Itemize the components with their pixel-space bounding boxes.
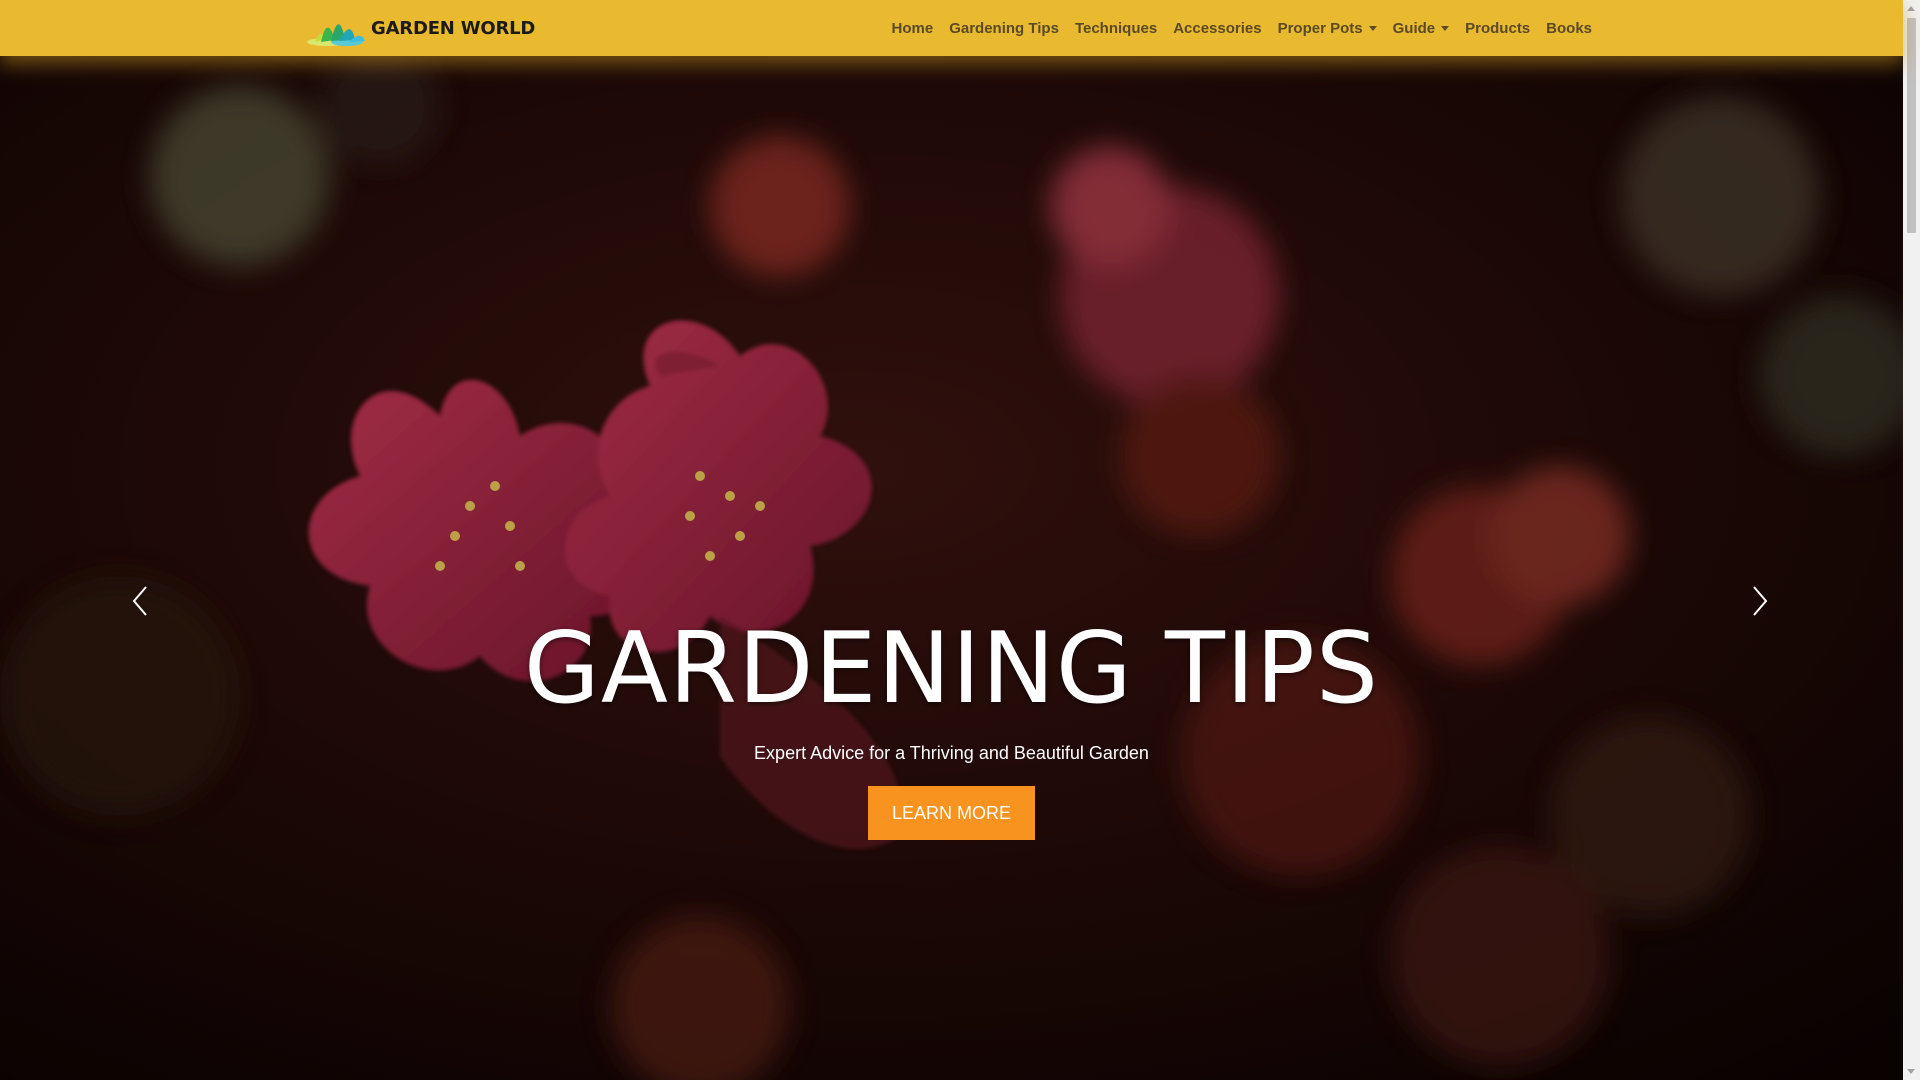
nav-home-label: Home xyxy=(891,19,934,37)
nav-books[interactable]: Books xyxy=(1546,20,1592,37)
nav-products-label: Products xyxy=(1465,19,1531,37)
hero-subtitle: Expert Advice for a Thriving and Beautif… xyxy=(754,743,1149,763)
top-navbar: GARDEN WORLD Home Gardening Tips Techniq… xyxy=(0,0,1903,56)
scroll-down-icon[interactable] xyxy=(1907,1069,1915,1074)
caret-down-icon xyxy=(1441,26,1450,31)
nav-products[interactable]: Products xyxy=(1465,20,1530,37)
nav-gardening-tips-label: Gardening Tips xyxy=(949,19,1059,37)
lotus-logo-icon xyxy=(307,24,365,46)
brand[interactable]: GARDEN WORLD xyxy=(305,8,535,48)
learn-more-button[interactable]: LEARN MORE xyxy=(868,786,1035,840)
nav-home[interactable]: Home xyxy=(892,20,934,37)
caret-down-icon xyxy=(1368,26,1377,31)
hero-background-image xyxy=(0,56,1903,1080)
nav-accessories-label: Accessories xyxy=(1173,19,1262,37)
hero-title: GARDENING TIPS xyxy=(523,612,1380,726)
nav-techniques[interactable]: Techniques xyxy=(1075,20,1157,37)
nav-techniques-label: Techniques xyxy=(1074,19,1158,37)
scrollbar-thumb[interactable] xyxy=(1907,18,1916,233)
nav-books-label: Books xyxy=(1546,19,1592,37)
main-nav: Home Gardening Tips Techniques Accessori… xyxy=(876,0,1593,56)
scroll-up-icon[interactable] xyxy=(1907,6,1915,11)
nav-proper-pots-dropdown[interactable]: Proper Pots xyxy=(1278,20,1377,37)
nav-gardening-tips[interactable]: Gardening Tips xyxy=(949,20,1059,37)
nav-guide-label: Guide xyxy=(1392,19,1436,37)
nav-guide-dropdown[interactable]: Guide xyxy=(1393,20,1450,37)
hero-carousel xyxy=(0,56,1903,1080)
nav-proper-pots-label: Proper Pots xyxy=(1277,19,1363,37)
nav-accessories[interactable]: Accessories xyxy=(1173,20,1261,37)
brand-name: GARDEN WORLD xyxy=(371,17,536,39)
